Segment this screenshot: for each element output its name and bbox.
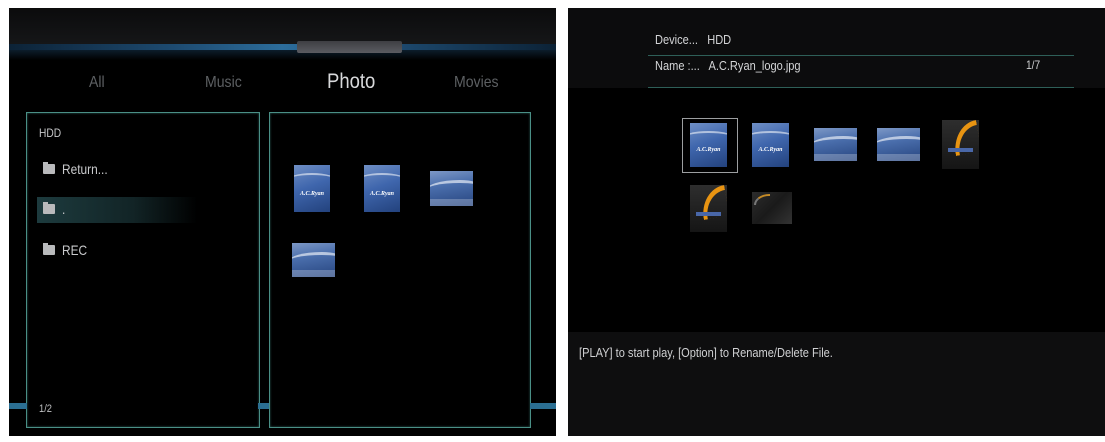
active-tab-highlight	[297, 41, 402, 53]
thumbnail-text: A.C.Ryan	[300, 190, 324, 197]
folder-item-current[interactable]: .	[37, 197, 197, 223]
device-name: HDD	[39, 126, 62, 140]
tab-photo[interactable]: Photo	[327, 70, 375, 94]
name-label: Name :...	[655, 58, 700, 73]
divider	[648, 55, 1074, 56]
tab-music[interactable]: Music	[205, 74, 242, 92]
thumbnail-text: A.C.Ryan	[696, 147, 721, 154]
photo-thumbnail[interactable]	[942, 120, 979, 169]
divider	[648, 87, 1074, 88]
file-counter: 1/7	[1026, 58, 1041, 72]
folder-icon	[43, 202, 55, 214]
info-header	[568, 8, 1105, 88]
thumbnail-text: A.C.Ryan	[758, 147, 783, 154]
name-value: A.C.Ryan_logo.jpg	[708, 58, 801, 73]
photo-thumbnail[interactable]: A.C.Ryan	[364, 165, 400, 212]
photo-thumbnail[interactable]	[877, 128, 920, 161]
bottom-glow	[258, 403, 269, 409]
file-list-panel: HDD Return... . REC 1/2	[26, 112, 260, 428]
folder-item-return[interactable]: Return...	[37, 157, 197, 183]
photo-thumbnail[interactable]: A.C.Ryan	[294, 165, 330, 212]
folder-icon	[43, 162, 55, 174]
tab-movies[interactable]: Movies	[454, 74, 499, 92]
photo-thumbnail[interactable]	[292, 243, 335, 277]
thumbnail-text: A.C.Ryan	[370, 190, 394, 197]
media-browser-screen: All Music Photo Movies HDD Return... . R…	[9, 8, 556, 436]
device-info: Device... HDD	[655, 32, 731, 47]
bottom-glow	[530, 403, 556, 409]
photo-thumbnail[interactable]: A.C.Ryan	[690, 123, 727, 167]
photo-thumbnail-screen: Device... HDD Name :... A.C.Ryan_logo.jp…	[568, 8, 1105, 436]
top-band	[9, 8, 556, 44]
photo-thumbnail[interactable]	[814, 128, 857, 161]
key-hint: [PLAY] to start play, [Option] to Rename…	[579, 345, 833, 360]
file-name-info: Name :... A.C.Ryan_logo.jpg	[655, 58, 801, 73]
folder-label: REC	[62, 242, 88, 258]
bottom-glow	[9, 403, 27, 409]
folder-icon	[43, 243, 55, 255]
photo-thumbnail[interactable]: A.C.Ryan	[752, 123, 789, 167]
device-value: HDD	[707, 32, 732, 47]
photo-thumbnail[interactable]	[430, 171, 473, 206]
device-label: Device...	[655, 32, 698, 47]
folder-item-rec[interactable]: REC	[37, 238, 197, 264]
folder-label: .	[62, 201, 66, 217]
page-indicator: 1/2	[39, 403, 53, 415]
photo-thumbnail[interactable]	[690, 185, 727, 232]
photo-preview-panel: A.C.Ryan A.C.Ryan	[269, 112, 531, 428]
tab-all[interactable]: All	[89, 74, 105, 92]
folder-label: Return...	[62, 161, 108, 177]
top-blue-glow	[9, 50, 556, 60]
photo-thumbnail[interactable]	[752, 192, 792, 224]
